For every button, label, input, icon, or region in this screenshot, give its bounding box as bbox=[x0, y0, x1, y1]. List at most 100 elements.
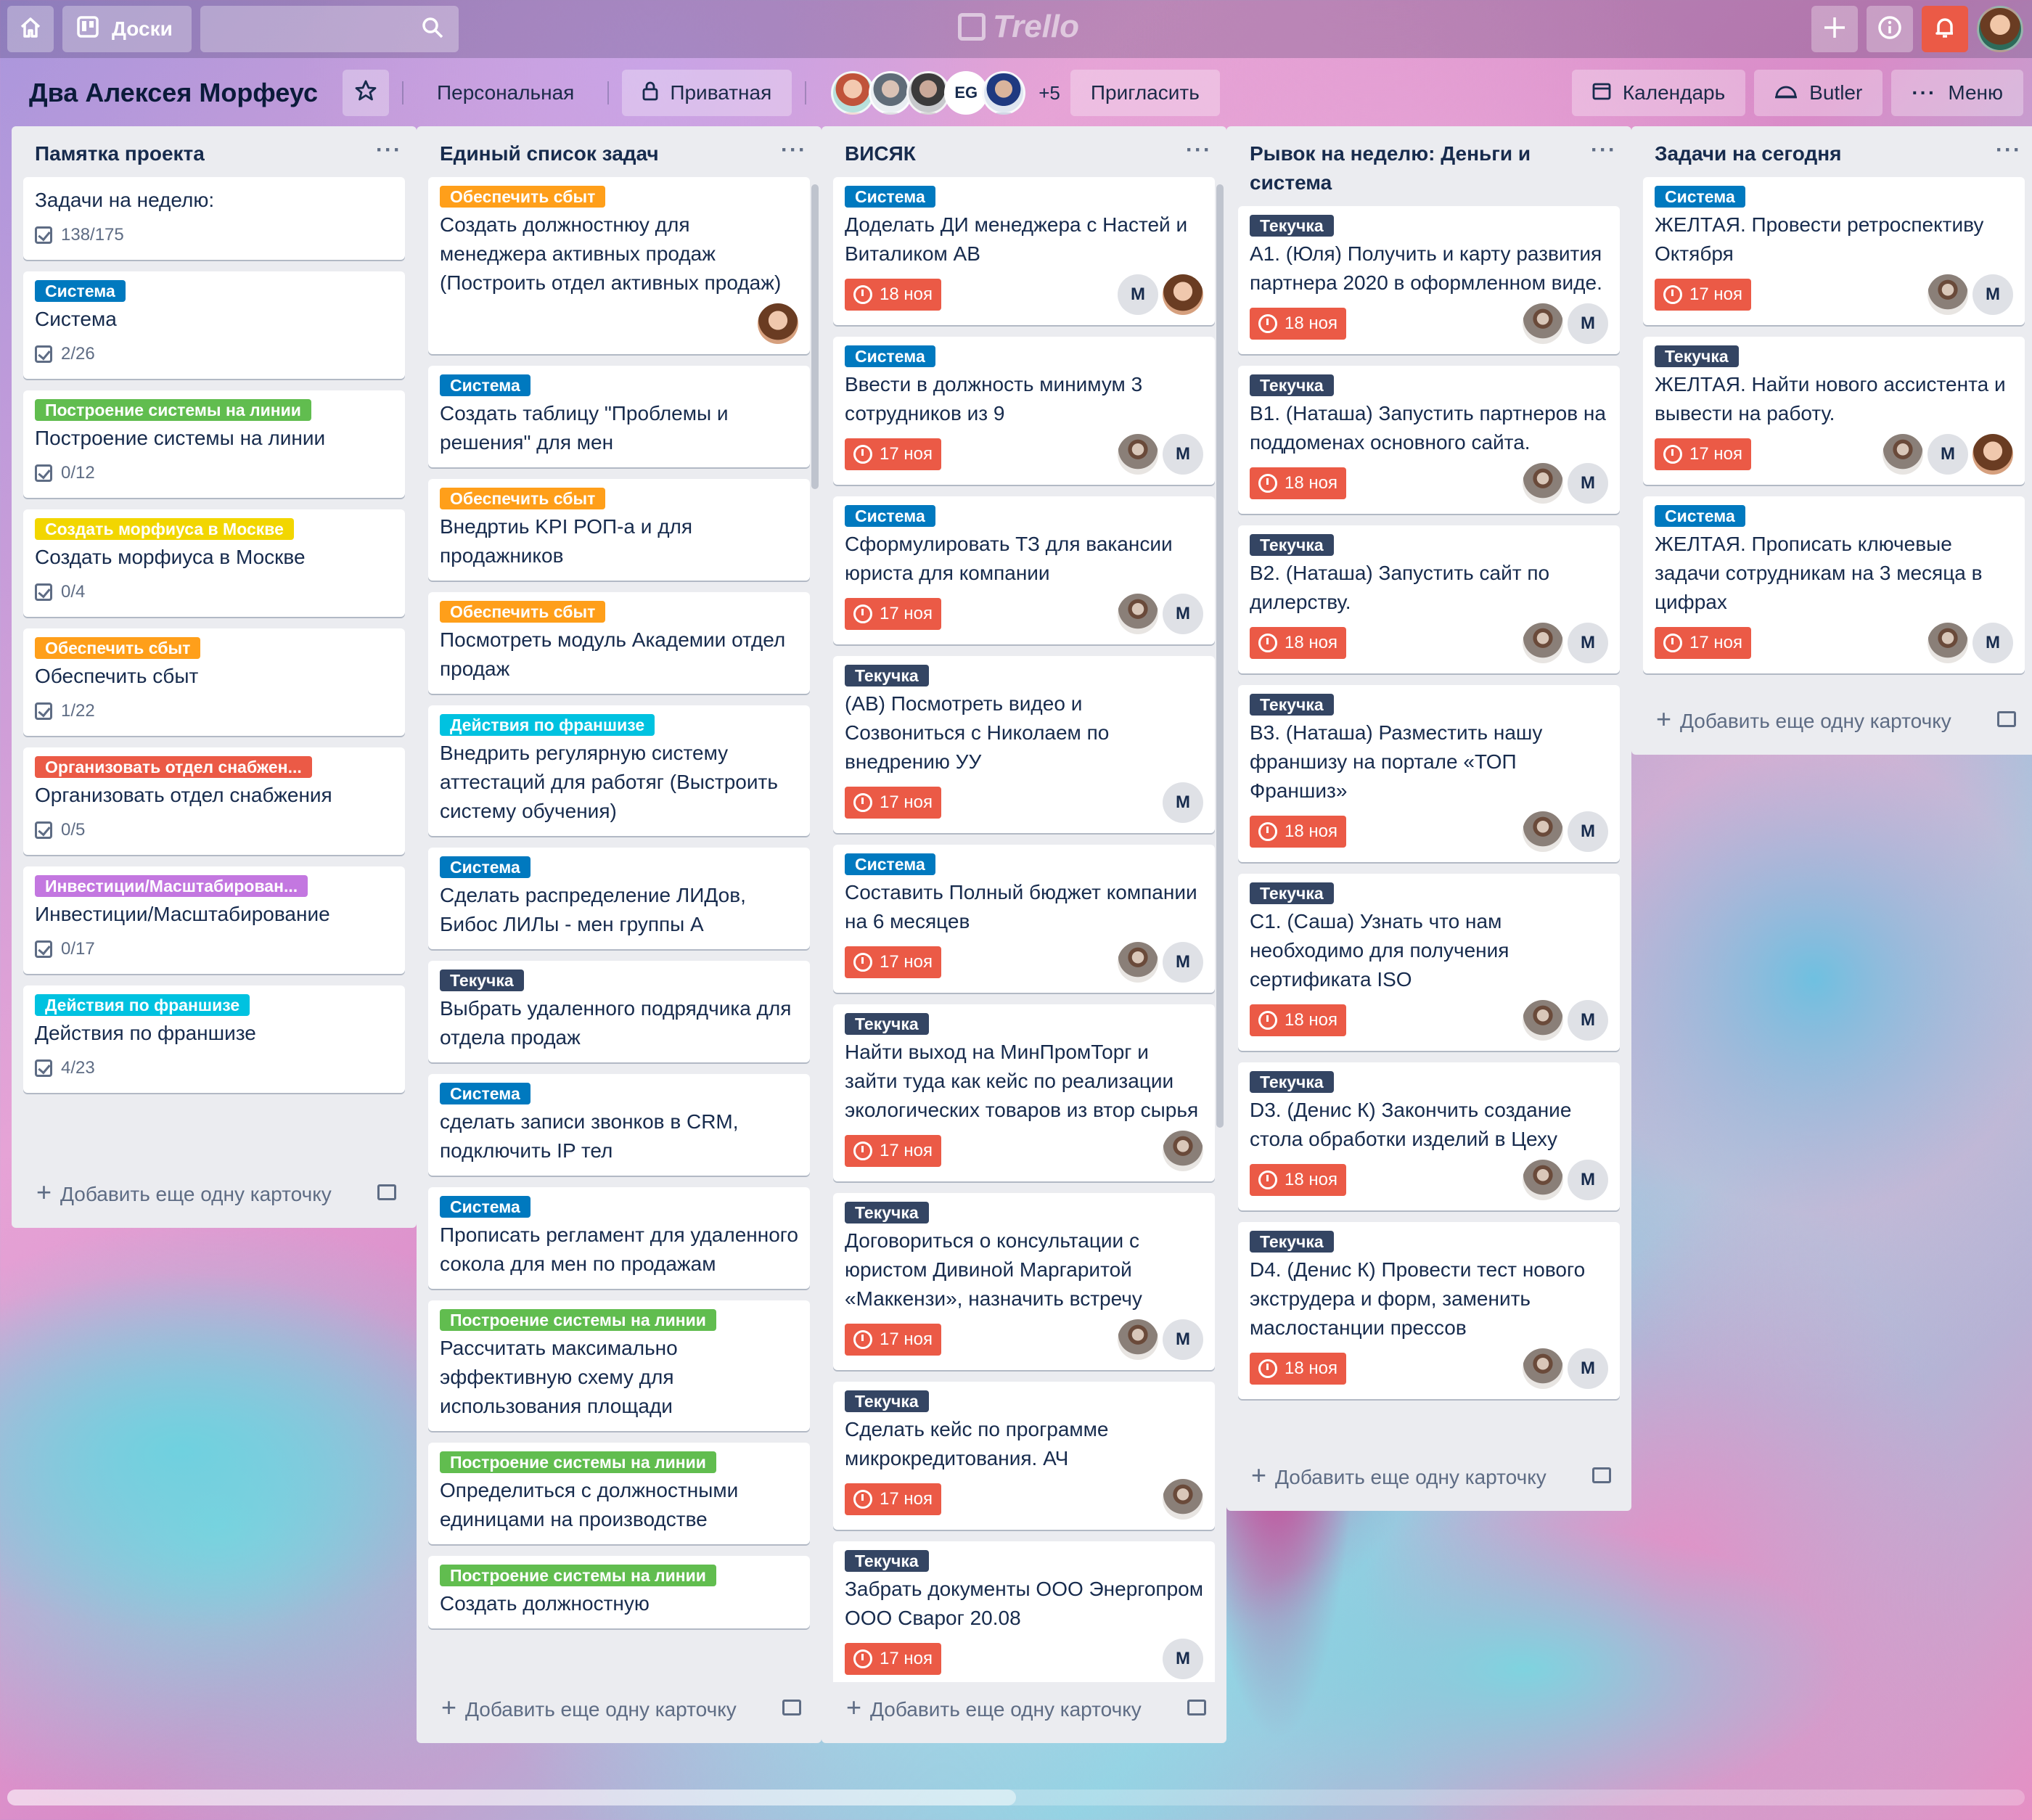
card[interactable]: Система Сделать распределение ЛИДов, Бибо… bbox=[428, 848, 810, 949]
card[interactable]: Обеспечить сбыт Обеспечить сбыт 1/22 bbox=[23, 628, 405, 736]
card[interactable]: Обеспечить сбыт Внедртиь KPI РОП-а и для … bbox=[428, 479, 810, 581]
member-avatar[interactable] bbox=[1163, 1131, 1203, 1171]
member-avatar[interactable] bbox=[869, 71, 913, 115]
card[interactable]: Система ЖЕЛТАЯ. Прописать ключевые задачи… bbox=[1643, 496, 2025, 673]
template-icon[interactable] bbox=[1187, 1700, 1206, 1716]
due-date-badge[interactable]: 18 ноя bbox=[1250, 308, 1346, 340]
due-date-badge[interactable]: 17 ноя bbox=[845, 946, 941, 978]
more-icon[interactable]: ··· bbox=[1996, 139, 2022, 161]
member-avatar[interactable] bbox=[1118, 1319, 1158, 1360]
member-avatar[interactable] bbox=[1972, 434, 2013, 475]
card[interactable]: Обеспечить сбыт Создать должностнюу для м… bbox=[428, 177, 810, 354]
due-date-badge[interactable]: 17 ноя bbox=[845, 1135, 941, 1167]
menu-button[interactable]: ··· Меню bbox=[1891, 70, 2023, 116]
card[interactable]: Система Сформулировать ТЗ для вакансии юр… bbox=[833, 496, 1215, 644]
due-date-badge[interactable]: 17 ноя bbox=[1655, 627, 1751, 659]
butler-button[interactable]: Butler bbox=[1754, 70, 1883, 116]
due-date-badge[interactable]: 17 ноя bbox=[1655, 438, 1751, 470]
boards-button[interactable]: Доски bbox=[62, 6, 192, 52]
add-card-button[interactable]: + Добавить еще одну карточку bbox=[1226, 1450, 1631, 1501]
due-date-badge[interactable]: 18 ноя bbox=[1250, 1004, 1346, 1036]
template-icon[interactable] bbox=[782, 1700, 801, 1716]
member-avatar[interactable] bbox=[1523, 1160, 1563, 1200]
more-members[interactable]: +5 bbox=[1038, 82, 1060, 104]
member-avatar[interactable] bbox=[1523, 1348, 1563, 1389]
card[interactable]: Текучка Договориться о консультации с юри… bbox=[833, 1193, 1215, 1370]
member-avatar[interactable] bbox=[758, 303, 798, 344]
due-date-badge[interactable]: 17 ноя bbox=[845, 1643, 941, 1675]
due-date-badge[interactable]: 18 ноя bbox=[1250, 816, 1346, 848]
member-avatar[interactable]: M bbox=[1568, 1160, 1608, 1200]
list-title[interactable]: Памятка проекта bbox=[35, 139, 340, 168]
due-date-badge[interactable]: 17 ноя bbox=[845, 787, 941, 819]
member-avatar[interactable] bbox=[982, 71, 1026, 115]
member-avatar[interactable]: M bbox=[1568, 811, 1608, 852]
add-card-button[interactable]: + Добавить еще одну карточку bbox=[1631, 694, 2032, 745]
due-date-badge[interactable]: 18 ноя bbox=[1250, 467, 1346, 499]
card[interactable]: Система сделать записи звонков в CRM, под… bbox=[428, 1074, 810, 1176]
member-avatar[interactable] bbox=[1523, 623, 1563, 663]
invite-button[interactable]: Пригласить bbox=[1070, 70, 1220, 116]
add-card-button[interactable]: + Добавить еще одну карточку bbox=[822, 1682, 1226, 1733]
card[interactable]: Система Создать таблицу "Проблемы и решен… bbox=[428, 366, 810, 467]
card[interactable]: Действия по франшизе Действия по франшизе… bbox=[23, 985, 405, 1093]
more-icon[interactable]: ··· bbox=[1186, 139, 1212, 161]
member-avatar[interactable] bbox=[1523, 1000, 1563, 1041]
info-button[interactable] bbox=[1867, 6, 1913, 52]
card[interactable]: Текучка ЖЕЛТАЯ. Найти нового ассистента и… bbox=[1643, 337, 2025, 485]
card[interactable]: Задачи на неделю: 138/175 bbox=[23, 177, 405, 260]
member-avatar[interactable] bbox=[1883, 434, 1923, 475]
team-visibility-button[interactable]: Персональная bbox=[417, 70, 594, 116]
more-icon[interactable]: ··· bbox=[1591, 139, 1617, 161]
add-card-button[interactable]: + Добавить еще одну карточку bbox=[417, 1682, 822, 1733]
template-icon[interactable] bbox=[1997, 711, 2016, 727]
card[interactable]: Текучка С1. (Саша) Узнать что нам необход… bbox=[1238, 874, 1620, 1051]
member-avatar[interactable]: M bbox=[1972, 623, 2013, 663]
card[interactable]: Текучка Сделать кейс по программе микрокр… bbox=[833, 1382, 1215, 1530]
card[interactable]: Система Доделать ДИ менеджера с Настей и … bbox=[833, 177, 1215, 325]
member-avatar[interactable]: M bbox=[1927, 434, 1968, 475]
scrollbar-thumb[interactable] bbox=[7, 1790, 1016, 1805]
board-horizontal-scrollbar[interactable] bbox=[7, 1790, 2025, 1805]
home-button[interactable] bbox=[7, 6, 54, 52]
member-avatar[interactable]: M bbox=[1568, 1348, 1608, 1389]
member-avatar[interactable]: M bbox=[1163, 1319, 1203, 1360]
due-date-badge[interactable]: 18 ноя bbox=[1250, 1164, 1346, 1196]
template-icon[interactable] bbox=[1592, 1467, 1611, 1483]
list-title[interactable]: Задачи на сегодня bbox=[1655, 139, 1959, 168]
due-date-badge[interactable]: 18 ноя bbox=[1250, 627, 1346, 659]
member-avatar[interactable]: M bbox=[1972, 274, 2013, 315]
member-avatar[interactable] bbox=[1118, 594, 1158, 634]
member-avatar[interactable]: M bbox=[1163, 1639, 1203, 1679]
member-avatar[interactable] bbox=[1118, 942, 1158, 983]
member-avatar[interactable]: M bbox=[1568, 303, 1608, 344]
notifications-button[interactable] bbox=[1922, 6, 1968, 52]
member-avatar[interactable]: M bbox=[1163, 594, 1203, 634]
user-avatar[interactable] bbox=[1977, 6, 2023, 52]
due-date-badge[interactable]: 17 ноя bbox=[1655, 279, 1751, 311]
card[interactable]: Текучка В3. (Наташа) Разместить нашу фран… bbox=[1238, 685, 1620, 862]
more-icon[interactable]: ··· bbox=[376, 139, 402, 161]
create-button[interactable] bbox=[1811, 6, 1858, 52]
card[interactable]: Текучка Найти выход на МинПромТорг и зайт… bbox=[833, 1004, 1215, 1181]
card[interactable]: Действия по франшизе Внедрить регулярную … bbox=[428, 705, 810, 836]
list-title[interactable]: Рывок на неделю: Деньги и система bbox=[1250, 139, 1554, 197]
visibility-button[interactable]: Приватная bbox=[622, 70, 792, 116]
card[interactable]: Текучка А1. (Юля) Получить и карту развит… bbox=[1238, 206, 1620, 354]
card[interactable]: Текучка В2. (Наташа) Запустить сайт по ди… bbox=[1238, 525, 1620, 673]
card[interactable]: Система Система 2/26 bbox=[23, 271, 405, 379]
template-icon[interactable] bbox=[377, 1184, 396, 1200]
list-title[interactable]: ВИСЯК bbox=[845, 139, 1150, 168]
member-avatar[interactable] bbox=[1523, 303, 1563, 344]
due-date-badge[interactable]: 18 ноя bbox=[845, 279, 941, 311]
member-avatar[interactable]: M bbox=[1118, 274, 1158, 315]
member-avatar[interactable] bbox=[1163, 274, 1203, 315]
due-date-badge[interactable]: 17 ноя bbox=[845, 1324, 941, 1356]
member-avatar[interactable] bbox=[1118, 434, 1158, 475]
card[interactable]: Текучка Выбрать удаленного подрядчика для… bbox=[428, 961, 810, 1062]
card[interactable]: Построение системы на линии Рассчитать ма… bbox=[428, 1300, 810, 1431]
add-card-button[interactable]: + Добавить еще одну карточку bbox=[12, 1167, 417, 1218]
due-date-badge[interactable]: 17 ноя bbox=[845, 598, 941, 630]
member-avatar[interactable]: M bbox=[1163, 782, 1203, 823]
card[interactable]: Текучка В1. (Наташа) Запустить партнеров … bbox=[1238, 366, 1620, 514]
